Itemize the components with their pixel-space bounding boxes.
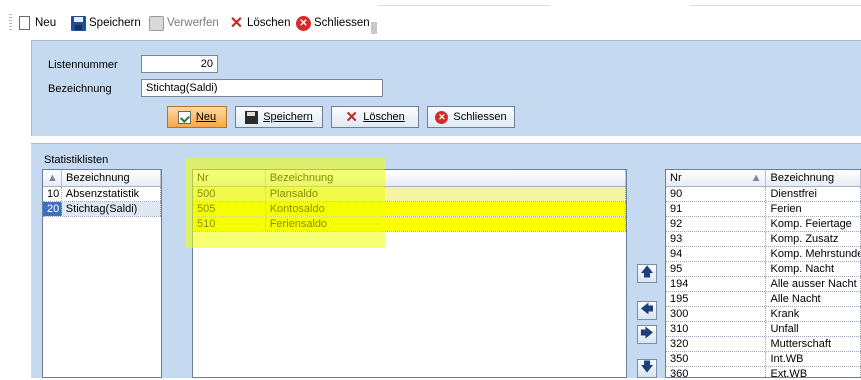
toolbar-divider bbox=[378, 5, 550, 6]
table-row[interactable]: 195 Alle Nacht bbox=[666, 292, 861, 307]
list-item-nr: 10 bbox=[43, 187, 62, 201]
list-item-nr: 20 bbox=[43, 202, 62, 216]
row-name: Komp. Nacht bbox=[766, 262, 861, 276]
move-right-button[interactable]: 🡆 bbox=[637, 325, 657, 344]
move-down-button[interactable]: 🡇 bbox=[637, 359, 657, 378]
list-item-name: Stichtag(Saldi) bbox=[61, 202, 161, 216]
row-name: Mutterschaft bbox=[766, 337, 861, 351]
table-row[interactable]: 95 Komp. Nacht bbox=[666, 262, 861, 277]
close-circle-icon: ✕ bbox=[435, 110, 449, 124]
toolbar-delete-button[interactable]: ✕ Löschen bbox=[229, 13, 291, 33]
toolbar-overflow-icon[interactable] bbox=[371, 22, 377, 34]
toolbar-save-label: Speichern bbox=[89, 17, 141, 29]
row-name: Ferien bbox=[766, 202, 861, 216]
row-nr: 195 bbox=[666, 292, 767, 306]
toolbar: Neu Speichern Verwerfen ✕ Löschen ✕ Schl… bbox=[0, 0, 861, 38]
table-row[interactable]: 350 Int.WB bbox=[666, 352, 861, 367]
table-row[interactable]: 310 Unfall bbox=[666, 322, 861, 337]
delete-button[interactable]: ✕ Löschen bbox=[331, 106, 419, 128]
row-nr: 350 bbox=[666, 352, 767, 366]
sort-arrow-icon[interactable]: ▲ bbox=[43, 170, 62, 186]
toolbar-new-button[interactable]: Neu bbox=[17, 13, 56, 33]
list-item-name: Absenzstatistik bbox=[62, 187, 161, 201]
column-header-nr-label: Nr bbox=[670, 172, 682, 184]
down-arrow-icon: 🡇 bbox=[640, 358, 654, 374]
new-button-label: Neu bbox=[195, 111, 217, 123]
table-row[interactable]: 194 Alle ausser Nacht bbox=[666, 277, 861, 292]
discard-icon bbox=[149, 15, 164, 31]
save-button[interactable]: Speichern bbox=[235, 106, 323, 128]
table-row[interactable]: 91 Ferien bbox=[666, 202, 861, 217]
row-nr: 320 bbox=[666, 337, 767, 351]
column-header-nr[interactable]: Nr ▲ bbox=[666, 170, 767, 186]
sort-arrow-icon: ▲ bbox=[750, 172, 762, 184]
move-left-icon: 🡄 bbox=[640, 300, 654, 316]
move-left-button[interactable]: 🡄 bbox=[637, 301, 657, 320]
row-nr: 194 bbox=[666, 277, 767, 291]
row-name: Int.WB bbox=[766, 352, 861, 366]
toolbar-discard-button[interactable]: Verwerfen bbox=[149, 13, 219, 33]
row-name: Dienstfrei bbox=[766, 187, 861, 201]
row-nr: 300 bbox=[666, 307, 767, 321]
row-name: Krank bbox=[766, 307, 861, 321]
move-right-icon: 🡆 bbox=[640, 324, 654, 340]
toolbar-divider bbox=[690, 5, 861, 6]
row-nr: 93 bbox=[666, 232, 767, 246]
delete-x-icon: ✕ bbox=[229, 14, 244, 32]
table-row[interactable]: 92 Komp. Feiertage bbox=[666, 217, 861, 232]
toolbar-new-label: Neu bbox=[35, 17, 57, 29]
row-nr: 90 bbox=[666, 187, 767, 201]
available-accounts-grid[interactable]: Nr ▲ Bezeichnung 90 Dienstfrei 91 Ferien 92 K… bbox=[665, 169, 861, 378]
list-item-selected[interactable]: 20 Stichtag(Saldi) bbox=[43, 202, 161, 217]
new-document-icon bbox=[19, 16, 30, 30]
list-item[interactable]: 10 Absenzstatistik bbox=[43, 187, 161, 202]
highlight-overlay bbox=[185, 158, 385, 248]
row-name: Unfall bbox=[766, 322, 861, 336]
stat-lists-title: Statistiklisten bbox=[44, 154, 109, 166]
row-nr: 91 bbox=[666, 202, 767, 216]
row-name: Alle Nacht bbox=[766, 292, 861, 306]
toolbar-close-button[interactable]: ✕ Schliessen bbox=[296, 13, 370, 33]
row-nr: 94 bbox=[666, 247, 767, 261]
close-button-label: Schliessen bbox=[453, 111, 507, 123]
table-row[interactable]: 90 Dienstfrei bbox=[666, 187, 861, 202]
save-disk-icon bbox=[71, 15, 86, 31]
table-row[interactable]: 94 Komp. Mehrstunden bbox=[666, 247, 861, 262]
toolbar-close-label: Schliessen bbox=[314, 17, 370, 29]
delete-x-icon: ✕ bbox=[345, 108, 358, 126]
close-circle-icon: ✕ bbox=[296, 15, 311, 31]
new-document-icon bbox=[177, 110, 191, 124]
row-nr: 360 bbox=[666, 367, 767, 377]
list-number-label: Listennummer bbox=[48, 59, 118, 71]
row-nr: 310 bbox=[666, 322, 767, 336]
row-nr: 92 bbox=[666, 217, 767, 231]
table-row[interactable]: 320 Mutterschaft bbox=[666, 337, 861, 352]
list-number-field[interactable]: 20 bbox=[141, 55, 218, 73]
toolbar-save-button[interactable]: Speichern bbox=[71, 13, 141, 33]
new-button[interactable]: Neu bbox=[167, 106, 227, 128]
description-label: Bezeichnung bbox=[48, 83, 112, 95]
save-button-label: Speichern bbox=[263, 111, 313, 123]
up-arrow-icon: 🡅 bbox=[640, 263, 654, 279]
table-row[interactable]: 93 Komp. Zusatz bbox=[666, 232, 861, 247]
toolbar-discard-label: Verwerfen bbox=[167, 17, 219, 29]
description-field[interactable]: Stichtag(Saldi) bbox=[141, 79, 383, 97]
table-row[interactable]: 300 Krank bbox=[666, 307, 861, 322]
row-name: Ext.WB bbox=[766, 367, 861, 377]
column-header-name[interactable]: Bezeichnung bbox=[766, 170, 861, 186]
toolbar-delete-label: Löschen bbox=[247, 17, 291, 29]
close-button[interactable]: ✕ Schliessen bbox=[427, 106, 515, 128]
delete-button-label: Löschen bbox=[363, 111, 405, 123]
row-nr: 95 bbox=[666, 262, 767, 276]
table-row[interactable]: 360 Ext.WB bbox=[666, 367, 861, 377]
toolbar-grip[interactable] bbox=[9, 14, 12, 32]
save-disk-icon bbox=[245, 110, 259, 124]
row-name: Komp. Mehrstunden bbox=[766, 247, 861, 261]
stat-lists-grid[interactable]: ▲ Bezeichnung 10 Absenzstatistik 20 Stic… bbox=[42, 169, 162, 378]
move-up-button[interactable]: 🡅 bbox=[637, 264, 657, 283]
column-header-name[interactable]: Bezeichnung bbox=[62, 170, 161, 186]
row-name: Komp. Zusatz bbox=[766, 232, 861, 246]
row-name: Komp. Feiertage bbox=[766, 217, 861, 231]
row-name: Alle ausser Nacht bbox=[766, 277, 861, 291]
